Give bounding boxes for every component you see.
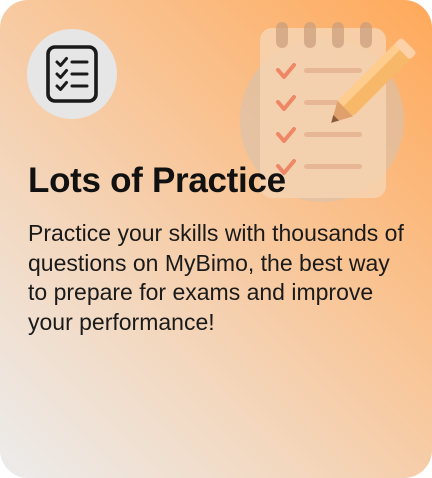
icon-badge	[27, 29, 117, 119]
feature-card: Lots of Practice Practice your skills wi…	[0, 0, 432, 478]
card-description: Practice your skills with thousands of q…	[28, 220, 404, 335]
card-title: Lots of Practice	[28, 161, 286, 200]
checklist-icon	[46, 45, 98, 103]
